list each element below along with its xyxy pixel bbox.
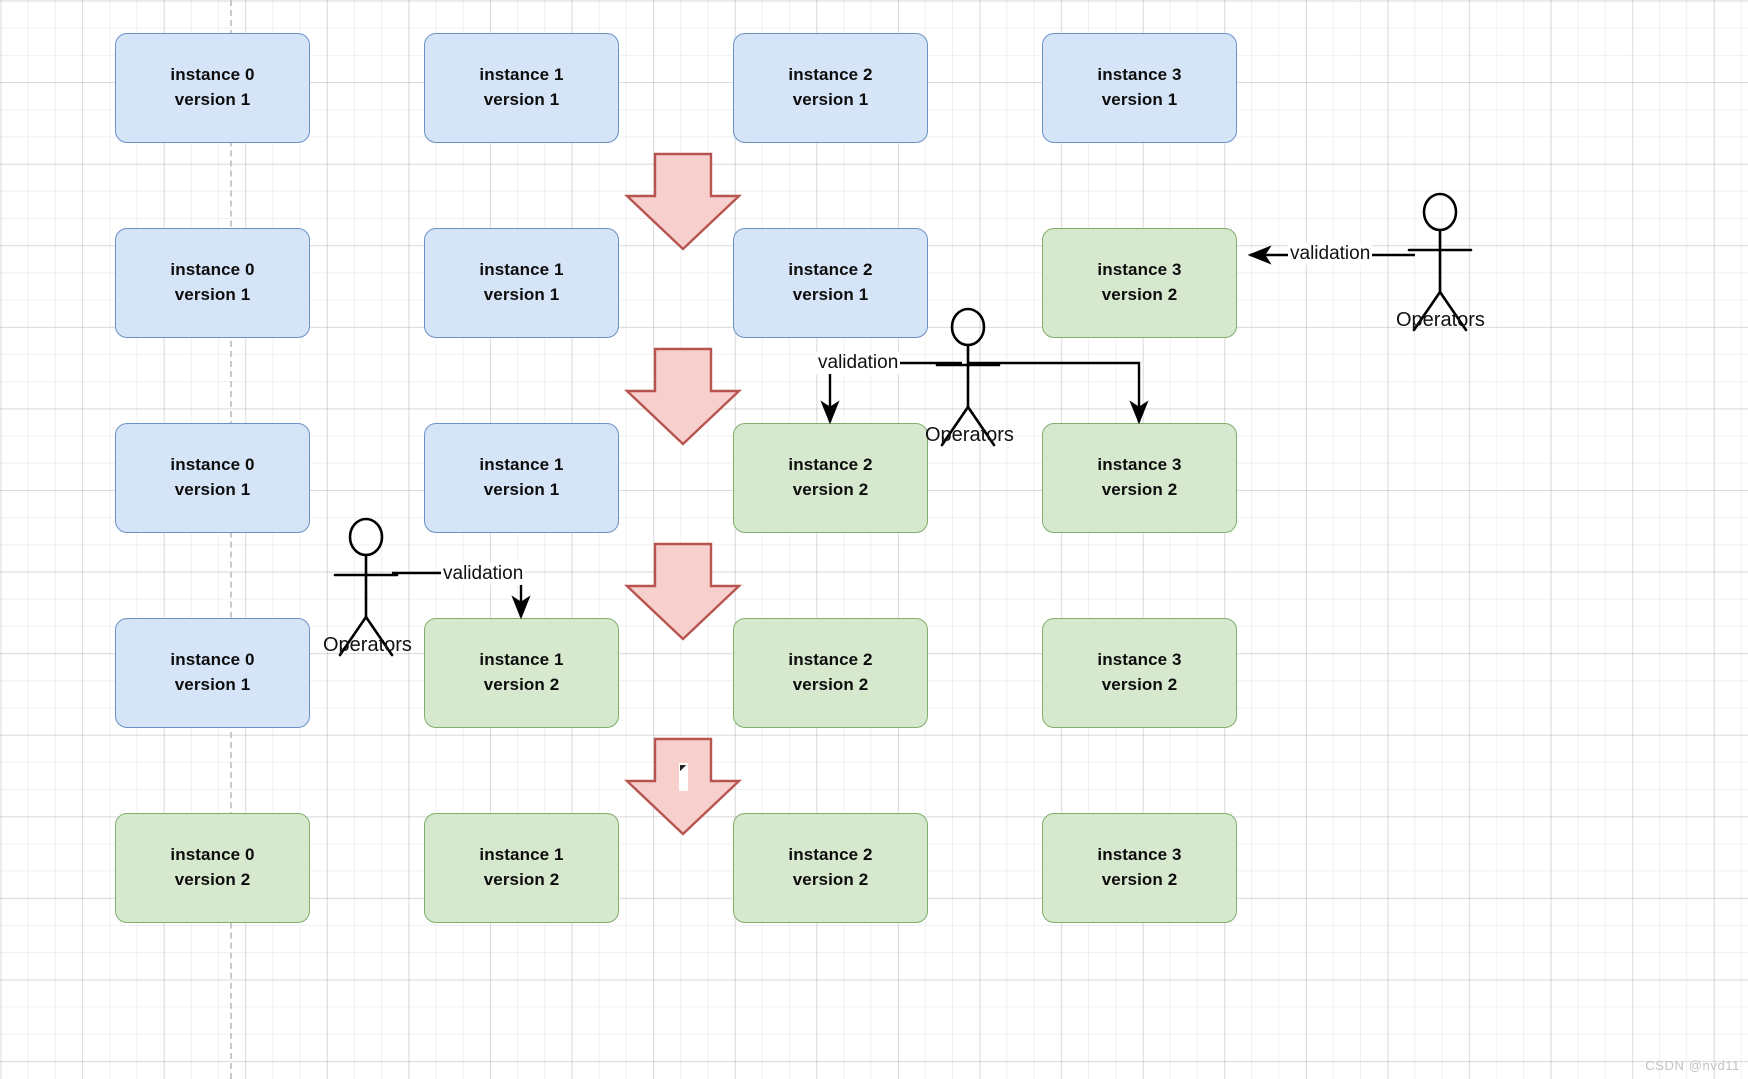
instance-version: version 2 (1101, 480, 1178, 499)
instance-name: instance 1 (479, 65, 564, 85)
instance-name: instance 2 (788, 455, 873, 475)
instance-name: instance 0 (170, 65, 255, 85)
instance-node[interactable]: instance 3 version 2 (1042, 228, 1237, 338)
instance-name: instance 3 (1097, 65, 1182, 85)
actor-label-middle: Operators (925, 424, 1014, 446)
step-arrow-3 (623, 542, 743, 641)
instance-version: version 2 (483, 870, 560, 889)
instance-node[interactable]: instance 0 version 2 (115, 813, 310, 923)
instance-node[interactable]: instance 2 version 2 (733, 618, 928, 728)
instance-name: instance 2 (788, 260, 873, 280)
edge-label-validation-middle: validation (816, 352, 901, 374)
validation-connector-middle-right (968, 361, 1149, 425)
actor-label-right: Operators (1396, 309, 1485, 331)
instance-name: instance 1 (479, 650, 564, 670)
instance-version: version 2 (174, 870, 251, 889)
instance-node[interactable]: instance 0 version 1 (115, 33, 310, 143)
diagram-canvas: instance 0 version 1 instance 1 version 1 in… (0, 0, 1748, 1079)
instance-node[interactable]: instance 1 version 1 (424, 228, 619, 338)
instance-version: version 1 (174, 285, 251, 304)
instance-version: version 2 (1101, 870, 1178, 889)
instance-version: version 2 (792, 675, 869, 694)
instance-version: version 2 (792, 870, 869, 889)
instance-version: version 1 (792, 90, 869, 109)
instance-node[interactable]: instance 2 version 1 (733, 228, 928, 338)
instance-name: instance 3 (1097, 455, 1182, 475)
instance-name: instance 3 (1097, 260, 1182, 280)
instance-name: instance 2 (788, 845, 873, 865)
step-arrow-2 (623, 347, 743, 446)
instance-name: instance 2 (788, 65, 873, 85)
instance-node[interactable]: instance 0 version 1 (115, 423, 310, 533)
instance-name: instance 2 (788, 650, 873, 670)
instance-node[interactable]: instance 3 version 2 (1042, 423, 1237, 533)
instance-node[interactable]: instance 0 version 1 (115, 618, 310, 728)
instance-version: version 1 (483, 90, 560, 109)
instance-name: instance 0 (170, 650, 255, 670)
instance-version: version 1 (1101, 90, 1178, 109)
instance-node[interactable]: instance 2 version 1 (733, 33, 928, 143)
watermark: CSDN @nvd11 (1645, 1058, 1740, 1073)
instance-node[interactable]: instance 0 version 1 (115, 228, 310, 338)
instance-node[interactable]: instance 1 version 1 (424, 423, 619, 533)
instance-name: instance 0 (170, 845, 255, 865)
instance-node[interactable]: instance 1 version 2 (424, 618, 619, 728)
text-cursor (679, 763, 688, 791)
instance-version: version 1 (174, 480, 251, 499)
instance-name: instance 1 (479, 845, 564, 865)
instance-node[interactable]: instance 3 version 2 (1042, 813, 1237, 923)
instance-version: version 1 (174, 90, 251, 109)
instance-version: version 1 (483, 285, 560, 304)
instance-node[interactable]: instance 3 version 1 (1042, 33, 1237, 143)
instance-node[interactable]: instance 3 version 2 (1042, 618, 1237, 728)
instance-name: instance 3 (1097, 650, 1182, 670)
instance-name: instance 1 (479, 455, 564, 475)
instance-version: version 1 (792, 285, 869, 304)
instance-version: version 1 (483, 480, 560, 499)
actor-label-left: Operators (323, 634, 412, 656)
edge-label-validation-left: validation (441, 563, 526, 585)
instance-name: instance 0 (170, 260, 255, 280)
instance-node[interactable]: instance 1 version 2 (424, 813, 619, 923)
instance-version: version 2 (1101, 675, 1178, 694)
instance-name: instance 0 (170, 455, 255, 475)
instance-version: version 2 (1101, 285, 1178, 304)
edge-label-validation-right: validation (1288, 243, 1373, 265)
instance-version: version 1 (174, 675, 251, 694)
instance-version: version 2 (792, 480, 869, 499)
instance-node[interactable]: instance 2 version 2 (733, 813, 928, 923)
instance-name: instance 1 (479, 260, 564, 280)
instance-name: instance 3 (1097, 845, 1182, 865)
instance-node[interactable]: instance 1 version 1 (424, 33, 619, 143)
instance-node[interactable]: instance 2 version 2 (733, 423, 928, 533)
instance-version: version 2 (483, 675, 560, 694)
step-arrow-1 (623, 152, 743, 251)
